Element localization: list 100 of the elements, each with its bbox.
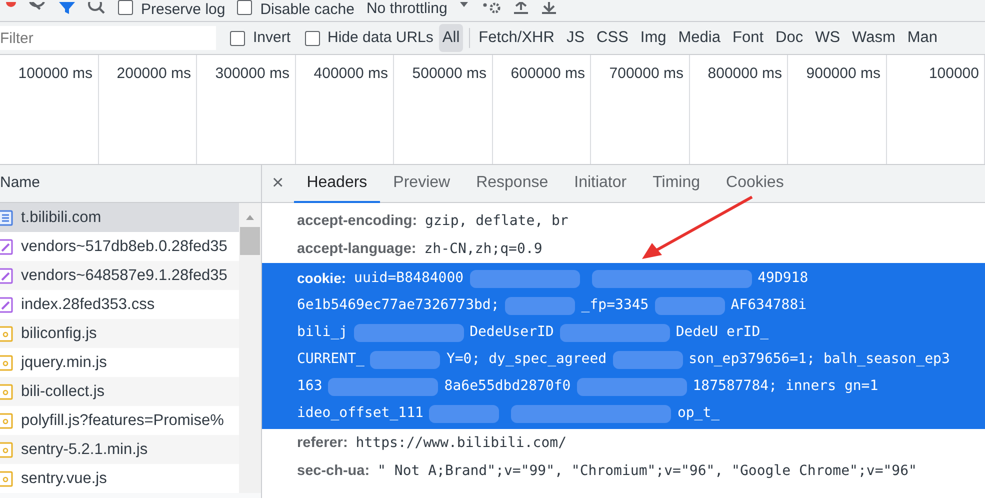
request-name[interactable]: sentry.vue.js xyxy=(21,466,107,490)
request-name[interactable]: biliconfig.js xyxy=(21,322,97,346)
caret-icon[interactable] xyxy=(459,2,470,8)
download-icon[interactable] xyxy=(541,2,558,14)
pencil-file-icon xyxy=(0,296,13,312)
type-filter-button[interactable]: CSS xyxy=(594,24,632,52)
filter-field[interactable]: Filter xyxy=(0,26,216,50)
cookie-value-fragment: son_ep379656=1; balh_season_ep3 xyxy=(688,350,950,369)
request-row[interactable]: t.bilibili.com xyxy=(0,203,239,232)
request-name[interactable]: jquery.min.js xyxy=(21,350,107,374)
checkbox[interactable] xyxy=(237,0,252,15)
scrollbar-thumb[interactable] xyxy=(240,227,260,255)
column-header[interactable]: Name xyxy=(0,172,40,195)
checkbox-label[interactable]: Preserve log xyxy=(141,3,226,17)
cookie-value-fragment: 187587784; inners gn=1 xyxy=(692,377,878,396)
request-row[interactable]: biliconfig.js xyxy=(0,319,239,348)
checkbox[interactable] xyxy=(230,30,245,46)
cookie-value-fragment: Y=0; dy_spec_agreed xyxy=(446,350,607,369)
header-value: gzip, deflate, br xyxy=(425,212,568,231)
type-filter-button[interactable]: Fetch/XHR xyxy=(476,24,558,52)
request-row[interactable]: polyfill.js?features=Promise% xyxy=(0,406,239,435)
checkbox[interactable] xyxy=(118,0,133,15)
cookie-value-fragment: ideo_offset_111 xyxy=(297,404,424,423)
script-file-icon xyxy=(0,442,13,458)
tab[interactable]: Response xyxy=(463,164,562,202)
request-name[interactable]: t.bilibili.com xyxy=(21,206,102,230)
type-filter-button[interactable]: Man xyxy=(904,24,941,52)
timeline-tick-label: 800000 ms xyxy=(708,65,782,82)
scrollbar[interactable] xyxy=(239,203,261,493)
type-filter-button[interactable]: All xyxy=(439,24,463,52)
request-row[interactable]: sentry-5.2.1.min.js xyxy=(0,435,239,464)
timeline-tick-label: 900000 ms xyxy=(806,65,880,82)
redaction-block xyxy=(429,404,500,422)
request-row[interactable]: vendors~648587e9.1.28fed35 xyxy=(0,261,239,290)
network-settings-icon[interactable] xyxy=(481,2,502,14)
redaction-block xyxy=(654,296,725,314)
timeline-tick-label: 200000 ms xyxy=(116,65,191,82)
cookie-value-fragment: uuid=B8484000 xyxy=(354,269,464,288)
script-file-icon xyxy=(0,354,13,370)
timeline-tick-label: 100000 xyxy=(928,65,979,82)
request-row[interactable]: bili-collect.js xyxy=(0,377,239,406)
type-filter-button[interactable]: Doc xyxy=(772,24,806,52)
cookie-value-fragment: DedeUserID xyxy=(470,323,554,342)
cookie-value-fragment: 8a6e55dbd2870f0 xyxy=(444,377,571,396)
request-name[interactable]: vendors~517db8eb.0.28fed35 xyxy=(21,234,228,258)
script-file-icon xyxy=(0,326,13,342)
cookie-value-fragment: _fp=3345 xyxy=(581,296,649,315)
cookie-value-fragment: DedeU erID_ xyxy=(676,323,769,342)
checkbox-label[interactable]: Disable cache xyxy=(260,3,354,17)
timeline-tick-label: 300000 ms xyxy=(215,65,290,82)
checkbox-label[interactable]: Invert xyxy=(253,26,291,50)
request-row[interactable]: vendors~517db8eb.0.28fed35 xyxy=(0,232,239,261)
request-row[interactable]: sentry.vue.js xyxy=(0,464,239,493)
request-row[interactable]: index.28fed353.css xyxy=(0,290,239,319)
script-file-icon xyxy=(0,384,13,400)
close-button[interactable]: × xyxy=(262,164,294,202)
tab[interactable]: Headers xyxy=(294,164,380,202)
cookie-value-fragment: AF634788i xyxy=(730,296,807,315)
script-file-icon xyxy=(0,412,13,428)
header-name: referer: xyxy=(297,434,348,453)
cookie-value-fragment: 163 xyxy=(297,377,322,396)
filter-icon[interactable] xyxy=(58,2,76,14)
header-name: accept-language: xyxy=(297,240,416,259)
tab[interactable]: Preview xyxy=(380,164,464,202)
cookie-value-fragment: op_t_ xyxy=(677,404,720,423)
redaction-block xyxy=(505,296,576,314)
request-row[interactable]: jquery.min.js xyxy=(0,348,239,377)
request-name[interactable]: sentry-5.2.1.min.js xyxy=(21,438,148,462)
tab[interactable]: Initiator xyxy=(561,164,640,202)
type-filter-button[interactable]: Media xyxy=(675,24,724,52)
record-icon[interactable] xyxy=(6,2,16,10)
timeline-tick-label: 500000 ms xyxy=(412,65,486,82)
redaction-block xyxy=(370,350,440,368)
header-name: cookie: xyxy=(297,269,346,288)
tab[interactable]: Timing xyxy=(640,164,714,202)
header-value: zh-CN,zh;q=0.9 xyxy=(424,240,542,259)
type-filter-button[interactable]: WS xyxy=(812,24,844,52)
type-filter-button[interactable]: Font xyxy=(729,24,766,52)
type-filter-button[interactable]: Wasm xyxy=(849,24,898,52)
request-name[interactable]: polyfill.js?features=Promise% xyxy=(21,408,224,432)
type-filter-button[interactable]: JS xyxy=(563,24,588,52)
tab[interactable]: Cookies xyxy=(713,164,797,202)
header-name: sec-ch-ua: xyxy=(297,462,370,481)
checkbox-label[interactable]: Hide data URLs xyxy=(328,26,434,50)
script-file-icon xyxy=(0,470,13,486)
search-icon[interactable] xyxy=(88,2,106,14)
header-name: accept-encoding: xyxy=(297,212,418,231)
request-name[interactable]: vendors~648587e9.1.28fed35 xyxy=(21,264,228,288)
upload-icon[interactable] xyxy=(513,2,530,14)
cookie-value-fragment: 49D918 xyxy=(758,269,808,288)
timeline-tick-label: 100000 ms xyxy=(18,65,92,82)
redaction-block xyxy=(612,350,683,368)
checkbox[interactable] xyxy=(304,30,320,46)
type-filter-button[interactable]: Img xyxy=(637,24,670,52)
document-icon xyxy=(0,210,13,226)
request-name[interactable]: index.28fed353.css xyxy=(21,292,155,316)
header-value: " Not A;Brand";v="99", "Chromium";v="96", "Google Chrome";v="96" xyxy=(378,462,917,481)
throttling-dropdown[interactable]: No throttling xyxy=(366,2,448,16)
pencil-file-icon xyxy=(0,268,13,284)
request-name[interactable]: bili-collect.js xyxy=(21,380,105,404)
